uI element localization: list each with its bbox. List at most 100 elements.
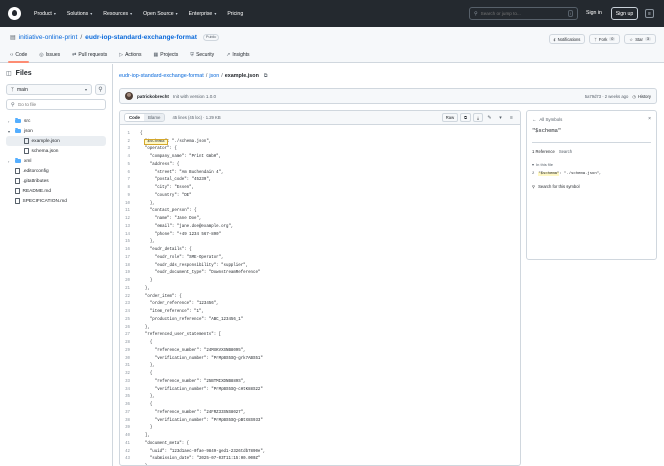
line-number[interactable]: 3 xyxy=(120,147,140,151)
tree-folder[interactable]: › xml xyxy=(6,156,106,166)
code-line[interactable]: 23 "order_reference": "123456", xyxy=(120,301,520,309)
line-number[interactable]: 4 xyxy=(120,155,140,159)
code-line[interactable]: 11 "contact_person": { xyxy=(120,208,520,216)
nav-item-pricing[interactable]: Pricing xyxy=(227,11,243,17)
line-number[interactable]: 12 xyxy=(120,217,140,221)
in-this-file-toggle[interactable]: ▾ In this file xyxy=(532,162,651,167)
nav-item-open-source[interactable]: Open Source ▾ xyxy=(143,11,178,17)
code-line[interactable]: 8 "city": "Essen", xyxy=(120,184,520,192)
side-panel-icon[interactable]: ◫ xyxy=(6,70,12,77)
line-number[interactable]: 26 xyxy=(120,326,140,330)
code-line[interactable]: 24 "item_reference": "1", xyxy=(120,308,520,316)
tree-file[interactable]: .gitattributes xyxy=(6,176,106,186)
search-files-button[interactable]: ⚲ xyxy=(95,84,106,95)
code-line[interactable]: 2 "$schema": "./schema.json", xyxy=(120,138,520,146)
tree-file[interactable]: SPECIFICATION.md xyxy=(6,196,106,206)
code-line[interactable]: 13 "email": "jane.doe@example.org", xyxy=(120,223,520,231)
tab-reference[interactable]: 1 Reference xyxy=(532,149,555,154)
line-number[interactable]: 33 xyxy=(120,380,140,384)
line-number[interactable]: 8 xyxy=(120,186,140,190)
line-number[interactable]: 14 xyxy=(120,233,140,237)
code-line[interactable]: 15 }, xyxy=(120,239,520,247)
branch-selector[interactable]: ᛉ main ▾ xyxy=(6,84,92,95)
code-line[interactable]: 34 "verification_number": "PrMpBS5SQ-cHt… xyxy=(120,386,520,394)
line-number[interactable]: 15 xyxy=(120,240,140,244)
line-number[interactable]: 10 xyxy=(120,202,140,206)
repo-name-link[interactable]: eudr-iop-standard-exchange-format xyxy=(85,34,197,41)
tree-folder[interactable]: ▾ json xyxy=(6,126,106,136)
code-line[interactable]: 41 "document_meta": { xyxy=(120,440,520,448)
line-number[interactable]: 9 xyxy=(120,194,140,198)
line-number[interactable]: 18 xyxy=(120,264,140,268)
line-number[interactable]: 1 xyxy=(120,132,140,136)
reference-line[interactable]: 2 "$schema": "./schema.json", xyxy=(532,172,651,176)
edit-pencil-icon[interactable]: ✎ xyxy=(485,113,494,122)
code-line[interactable]: 33 "reference_number": "25BTMIXDNB889S", xyxy=(120,378,520,386)
code-line[interactable]: 14 "phone": "+49 1234 567-890" xyxy=(120,231,520,239)
line-number[interactable]: 35 xyxy=(120,395,140,399)
code-line[interactable]: 43 "submission_date": "2025-07-03T11:15:… xyxy=(120,456,520,464)
line-number[interactable]: 22 xyxy=(120,295,140,299)
line-number[interactable]: 16 xyxy=(120,248,140,252)
code-line[interactable]: 9 "country": "DE" xyxy=(120,192,520,200)
global-search-input[interactable] xyxy=(480,11,561,16)
code-line[interactable]: 16 "eudr_details": { xyxy=(120,246,520,254)
code-line[interactable]: 39 } xyxy=(120,425,520,433)
line-number[interactable]: 19 xyxy=(120,271,140,275)
line-number[interactable]: 30 xyxy=(120,357,140,361)
line-number[interactable]: 40 xyxy=(120,434,140,438)
line-number[interactable]: 13 xyxy=(120,225,140,229)
line-number[interactable]: 24 xyxy=(120,310,140,314)
sign-in-link[interactable]: Sign in xyxy=(586,10,602,16)
line-number[interactable]: 42 xyxy=(120,450,140,454)
line-number[interactable]: 21 xyxy=(120,287,140,291)
breadcrumb-folder-link[interactable]: json xyxy=(209,73,219,79)
code-view-tab[interactable]: Code xyxy=(125,114,144,121)
avatar[interactable] xyxy=(125,92,133,100)
code-line[interactable]: 20 } xyxy=(120,277,520,285)
code-line[interactable]: 6 "street": "Am Buchendain 4", xyxy=(120,169,520,177)
code-line[interactable]: 22 "order_item": { xyxy=(120,293,520,301)
nav-item-enterprise[interactable]: Enterprise ▾ xyxy=(189,11,217,17)
code-line[interactable]: 17 "eudr_role": "SME-Operator", xyxy=(120,254,520,262)
nav-item-resources[interactable]: Resources ▾ xyxy=(103,11,132,17)
star-button[interactable]: ☆ Star 3 xyxy=(624,34,656,44)
highlighted-symbol[interactable]: "$schema" xyxy=(143,138,169,145)
history-button[interactable]: ◷ History xyxy=(632,94,651,99)
raw-button[interactable]: Raw xyxy=(441,113,459,122)
blame-view-tab[interactable]: Blame xyxy=(143,114,165,121)
line-number[interactable]: 17 xyxy=(120,256,140,260)
sign-up-button[interactable]: Sign up xyxy=(611,7,638,20)
tab-search[interactable]: Search xyxy=(559,149,572,154)
line-number[interactable]: 28 xyxy=(120,341,140,345)
tab-insights[interactable]: ↗ Insights xyxy=(226,52,249,62)
search-symbol-link[interactable]: ⚲ Search for this symbol xyxy=(532,184,651,189)
line-number[interactable]: 31 xyxy=(120,364,140,368)
code-line[interactable]: 42 "uuid": "123d1aec-0fae-9849-ged1-2326… xyxy=(120,448,520,456)
code-line[interactable]: 27 "referenced_user_statements": [ xyxy=(120,332,520,340)
code-line[interactable]: 25 "production_reference": "ABC_123456_1… xyxy=(120,316,520,324)
code-line[interactable]: 4 "company_name": "Print GmbH", xyxy=(120,153,520,161)
line-number[interactable]: 29 xyxy=(120,349,140,353)
line-number[interactable]: 36 xyxy=(120,403,140,407)
line-number[interactable]: 6 xyxy=(120,171,140,175)
code-line[interactable]: 7 "postal_code": "45239", xyxy=(120,177,520,185)
chevron-down-icon[interactable]: ▾ xyxy=(496,113,505,122)
code-line[interactable]: 19 "eudr_document_type": "DownstreamRefe… xyxy=(120,270,520,278)
code-line[interactable]: 30 "verification_number": "PrMpBS5SQ-grk… xyxy=(120,355,520,363)
code-line[interactable]: 1{ xyxy=(120,130,520,138)
go-to-file[interactable]: ⚲ xyxy=(6,99,106,110)
notifications-button[interactable]: ♯ Notifications xyxy=(548,34,586,44)
line-number[interactable]: 39 xyxy=(120,426,140,430)
line-number[interactable]: 25 xyxy=(120,318,140,322)
download-button[interactable]: ⤓ xyxy=(473,113,483,122)
code-line[interactable]: 37 "reference_number": "24FRZ33SNS8027", xyxy=(120,409,520,417)
go-to-file-input[interactable] xyxy=(17,102,98,107)
line-number[interactable]: 5 xyxy=(120,163,140,167)
line-number[interactable]: 7 xyxy=(120,178,140,182)
code-line[interactable]: 38 "verification_number": "PrMpBS5SQ-pBt… xyxy=(120,417,520,425)
code-line[interactable]: 36 { xyxy=(120,401,520,409)
commit-author[interactable]: patrickobrecht xyxy=(137,94,169,99)
line-number[interactable]: 37 xyxy=(120,411,140,415)
code-line[interactable]: 18 "eudr_dds_responsibility": "supplier"… xyxy=(120,262,520,270)
